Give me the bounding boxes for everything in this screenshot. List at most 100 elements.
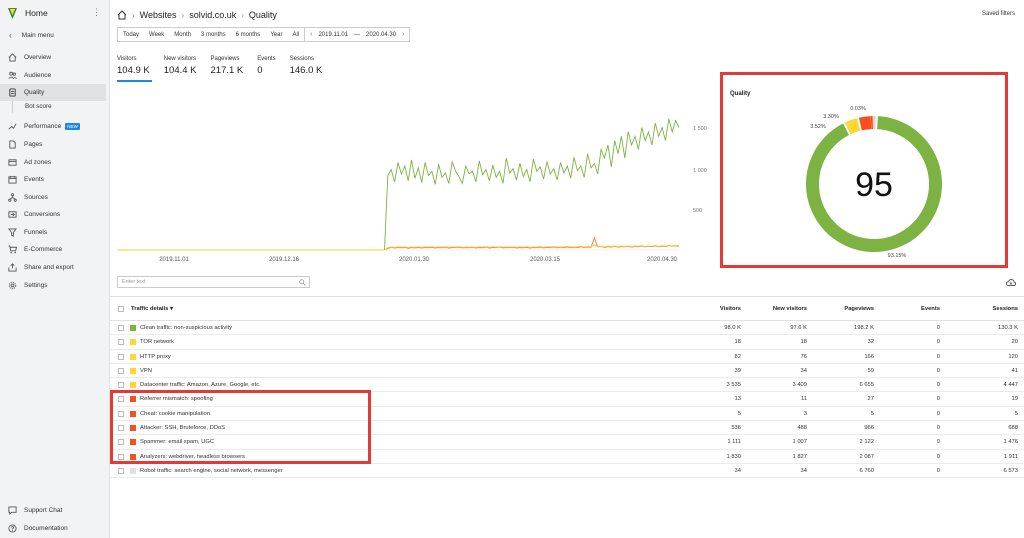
color-swatch (130, 439, 136, 446)
cell-sessions: 19 (1011, 396, 1018, 403)
cell-sessions: 1 911 (1003, 453, 1018, 460)
row-checkbox[interactable] (118, 467, 124, 474)
metric-label: Events (257, 56, 276, 62)
cell-visitors: 1 830 (726, 453, 741, 460)
metric-tabs: Visitors 104.9 K New visitors 104.4 K Pa… (117, 56, 336, 82)
chevron-right-icon[interactable]: › (402, 31, 404, 38)
header-visitors[interactable]: Visitors (720, 306, 741, 312)
sidebar-item-ecommerce[interactable]: E-Commerce (0, 241, 106, 258)
row-checkbox[interactable] (118, 367, 124, 374)
sidebar-item-label: E-Commerce (24, 246, 63, 253)
row-checkbox[interactable] (118, 353, 124, 360)
header-traffic-details[interactable]: Traffic details ▾ (131, 306, 173, 312)
period-6-months[interactable]: 6 months (231, 28, 266, 41)
table-row[interactable]: Analyzers: webdriver, headless browsers 1… (110, 450, 1024, 464)
metric-pageviews[interactable]: Pageviews 217.1 K (211, 56, 244, 76)
date-range[interactable]: ‹ 2019.11.01 — 2020.04.30 › (304, 28, 409, 41)
sidebar-item-sources[interactable]: Sources (0, 189, 106, 206)
home-icon (8, 53, 17, 62)
row-checkbox[interactable] (118, 382, 124, 389)
donut-slice-4[interactable] (872, 116, 876, 130)
sidebar-item-settings[interactable]: Settings (0, 277, 106, 294)
row-checkbox[interactable] (118, 453, 124, 460)
period-today[interactable]: Today (118, 28, 144, 41)
cell-events: 0 (936, 453, 940, 460)
sidebar-item-conversions[interactable]: Conversions (0, 206, 106, 223)
table-row[interactable]: Referrer mismatch: spoofing 13 11 27 0 19 (110, 392, 1024, 407)
breadcrumb-site[interactable]: solvid.co.uk (189, 10, 236, 20)
row-checkbox[interactable] (118, 425, 124, 432)
search-icon[interactable] (299, 279, 306, 286)
cart-icon (8, 245, 17, 254)
cell-sessions: 20 (1011, 339, 1018, 346)
cell-new-visitors: 3 (803, 410, 807, 417)
period-week[interactable]: Week (144, 28, 169, 41)
metric-visitors[interactable]: Visitors 104.9 K (117, 56, 152, 82)
header-pageviews[interactable]: Pageviews (844, 306, 874, 312)
row-checkbox[interactable] (118, 410, 124, 417)
table-row[interactable]: TOR network 18 18 32 0 20 (110, 335, 1024, 350)
header-new-visitors[interactable]: New visitors (773, 306, 807, 312)
period-all[interactable]: All (287, 28, 304, 41)
header-events[interactable]: Events (921, 306, 940, 312)
cell-new-visitors: 11 (800, 396, 807, 403)
cell-events: 0 (936, 396, 940, 403)
sort-down-icon: ▾ (170, 306, 173, 312)
home-icon[interactable] (117, 10, 127, 20)
table-row[interactable]: Robot traffic: search engine, social net… (110, 464, 1024, 479)
more-icon[interactable]: ⋮ (92, 8, 101, 17)
sidebar-item-performance[interactable]: Performance NEW (0, 118, 106, 135)
row-checkbox[interactable] (118, 325, 124, 331)
cell-visitors: 34 (734, 467, 741, 474)
chevron-left-icon: ‹ (9, 30, 12, 40)
quality-score: 95 (855, 166, 893, 204)
table-row[interactable]: Cheat: cookie manipulation 5 3 5 0 5 (110, 407, 1024, 422)
table-row[interactable]: Datacenter traffic: Amazon, Azure, Googl… (110, 378, 1024, 393)
support-chat-link[interactable]: Support Chat (0, 503, 106, 517)
y-tick-label: 1 000 (693, 168, 707, 174)
row-checkbox[interactable] (118, 396, 124, 403)
donut-slice-2[interactable] (858, 116, 872, 131)
quality-title: Quality (730, 91, 751, 97)
row-checkbox[interactable] (118, 339, 124, 346)
search-field[interactable]: Enter text (117, 276, 310, 288)
sidebar-item-quality[interactable]: Quality (0, 84, 106, 101)
documentation-link[interactable]: Documentation (0, 521, 106, 535)
x-tick-label: 2019.11.01 (159, 257, 189, 263)
cell-sessions: 41 (1011, 367, 1018, 374)
chevron-left-icon[interactable]: ‹ (310, 31, 312, 38)
color-swatch (130, 353, 136, 360)
sidebar-subitem-bot-score[interactable]: Bot score (25, 103, 52, 110)
sidebar-item-ad-zones[interactable]: Ad zones (0, 154, 106, 171)
period-month[interactable]: Month (169, 28, 196, 41)
saved-filters-button[interactable]: Saved filters (982, 11, 1015, 17)
pages-icon (9, 140, 16, 149)
period-3-months[interactable]: 3 months (196, 28, 231, 41)
breadcrumb-websites[interactable]: Websites (140, 10, 177, 20)
select-all-checkbox[interactable] (118, 306, 124, 312)
sidebar-item-events[interactable]: Events (0, 171, 106, 188)
table-row[interactable]: Attacker: SSH, Bruteforce, DDoS 536 488 966… (110, 421, 1024, 436)
table-row[interactable]: Clean traffic: non-suspicious activity 98… (110, 321, 1024, 336)
header-sessions[interactable]: Sessions (993, 306, 1018, 312)
cell-events: 0 (936, 339, 940, 346)
sidebar-item-share-export[interactable]: Share and export (0, 259, 106, 276)
metric-events[interactable]: Events 0 (257, 56, 275, 76)
sidebar-item-funnels[interactable]: Funnels (0, 224, 106, 241)
table-row[interactable]: VPN 39 34 59 0 41 (110, 364, 1024, 379)
x-tick-label: 2020.03.15 (530, 257, 561, 263)
cell-new-visitors: 34 (800, 367, 807, 374)
table-row[interactable]: Spammer: email spam, UGC 1 111 1 007 2 122 0… (110, 435, 1024, 450)
row-checkbox[interactable] (118, 439, 124, 446)
metric-sessions[interactable]: Sessions 146.0 K (290, 56, 323, 76)
metric-new-visitors[interactable]: New visitors 104.4 K (164, 56, 197, 76)
sidebar-item-pages[interactable]: Pages (0, 136, 106, 153)
main-menu-link[interactable]: ‹ Main menu (0, 28, 110, 42)
sidebar-item-overview[interactable]: Overview (0, 49, 106, 66)
color-swatch (130, 382, 136, 389)
table-row[interactable]: HTTP proxy 82 76 166 0 120 (110, 350, 1024, 364)
cloud-download-icon[interactable] (1006, 278, 1016, 287)
sidebar-item-audience[interactable]: Audience (0, 67, 106, 84)
donut-slice-label: 93.15% (888, 253, 907, 259)
period-year[interactable]: Year (265, 28, 287, 41)
